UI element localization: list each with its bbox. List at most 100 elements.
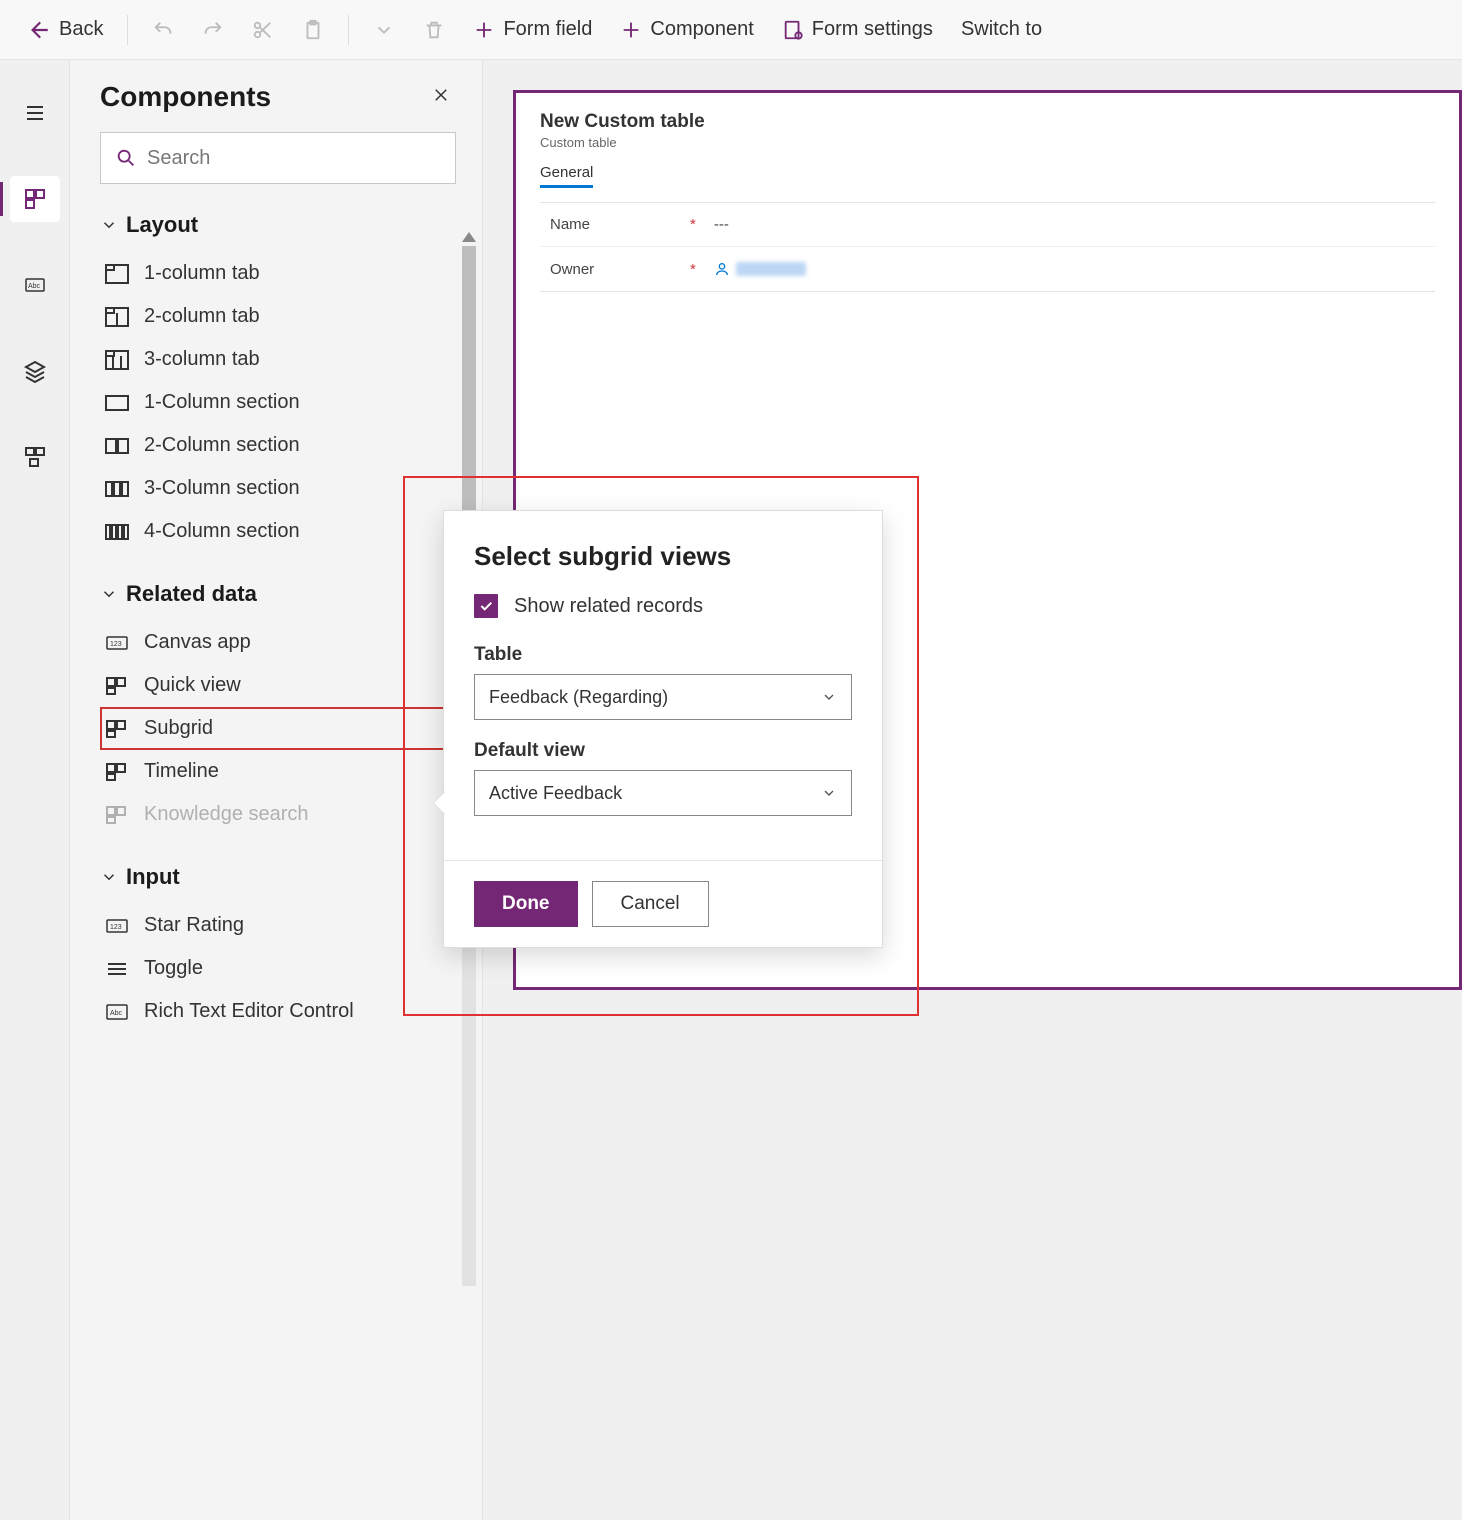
chevron-down-icon (373, 19, 395, 41)
component-2-column-tab[interactable]: 2-column tab (100, 295, 456, 338)
table-label: Table (474, 644, 852, 666)
component-3-column-tab[interactable]: 3-column tab (100, 338, 456, 381)
form-subtitle: Custom table (540, 135, 1435, 150)
redo-button[interactable] (192, 13, 234, 47)
svg-text:123: 123 (110, 641, 122, 648)
section-related-toggle[interactable]: Related data (100, 581, 456, 607)
arrow-left-icon (25, 17, 51, 43)
separator (127, 15, 128, 45)
component-1-column-section[interactable]: 1-Column section (100, 381, 456, 424)
component-3-column-section[interactable]: 3-Column section (100, 467, 456, 510)
component-1-column-tab[interactable]: 1-column tab (100, 252, 456, 295)
sec-3col-icon (104, 478, 130, 500)
field-owner[interactable]: Owner * (540, 247, 1435, 291)
tab-3col-icon (104, 349, 130, 371)
switch-button[interactable]: Switch to (951, 12, 1052, 47)
cut-button[interactable] (242, 13, 284, 47)
tree-icon (23, 445, 47, 469)
undo-button[interactable] (142, 13, 184, 47)
owner-value-redacted (736, 262, 806, 276)
svg-text:123: 123 (110, 924, 122, 931)
rail-text-button[interactable]: Abc (10, 262, 60, 308)
callout-arrow-icon (434, 791, 446, 815)
chevron-down-icon (100, 216, 118, 234)
switch-label: Switch to (961, 18, 1042, 41)
tab-general[interactable]: General (540, 164, 593, 188)
chevron-down-icon (100, 585, 118, 603)
component-quick-view[interactable]: Quick view (100, 664, 456, 707)
layers-icon (23, 359, 47, 383)
add-component-button[interactable]: Component (610, 12, 763, 47)
tab-2col-icon (104, 306, 130, 328)
close-icon (432, 86, 450, 104)
section-related-label: Related data (126, 581, 257, 607)
component-star-rating[interactable]: 123Star Rating (100, 904, 456, 947)
rail-layers-button[interactable] (10, 348, 60, 394)
field-name[interactable]: Name * --- (540, 203, 1435, 247)
default-view-select[interactable]: Active Feedback (474, 770, 852, 816)
section-input-label: Input (126, 864, 180, 890)
component-canvas-app[interactable]: 123Canvas app (100, 621, 456, 664)
form-settings-button[interactable]: Form settings (772, 12, 943, 47)
sec-4col-icon (104, 521, 130, 543)
section-layout-toggle[interactable]: Layout (100, 212, 456, 238)
redo-icon (202, 19, 224, 41)
components-icon (23, 187, 47, 211)
form-title: New Custom table (540, 111, 1435, 133)
required-icon: * (690, 261, 696, 278)
component-2-column-section[interactable]: 2-Column section (100, 424, 456, 467)
show-related-checkbox[interactable]: Show related records (474, 594, 852, 618)
clipboard-icon (302, 19, 324, 41)
toggle-icon (104, 958, 130, 980)
component-rich-text[interactable]: AbcRich Text Editor Control (100, 990, 456, 1033)
back-label: Back (59, 18, 103, 41)
undo-icon (152, 19, 174, 41)
section-input-toggle[interactable]: Input (100, 864, 456, 890)
svg-text:Abc: Abc (28, 283, 41, 290)
component-4-column-section[interactable]: 4-Column section (100, 510, 456, 553)
chevron-down-icon (821, 689, 837, 705)
cancel-button[interactable]: Cancel (592, 881, 709, 927)
component-subgrid[interactable]: Subgrid (100, 707, 456, 750)
close-panel-button[interactable] (426, 80, 456, 114)
form-canvas: New Custom table Custom table General Na… (483, 60, 1462, 1520)
section-layout-label: Layout (126, 212, 198, 238)
delete-button[interactable] (413, 13, 455, 47)
sec-1col-icon (104, 392, 130, 414)
tab-1col-icon (104, 263, 130, 285)
canvas-app-icon: 123 (104, 632, 130, 654)
chevron-down-icon (100, 868, 118, 886)
default-view-label: Default view (474, 740, 852, 762)
star-rating-icon: 123 (104, 915, 130, 937)
form-settings-icon (782, 19, 804, 41)
table-select[interactable]: Feedback (Regarding) (474, 674, 852, 720)
knowledge-search-icon (104, 804, 130, 826)
abc-icon: Abc (23, 273, 47, 297)
hamburger-icon (23, 101, 47, 125)
separator (348, 15, 349, 45)
sec-2col-icon (104, 435, 130, 457)
search-input[interactable]: Search (100, 132, 456, 184)
done-button[interactable]: Done (474, 881, 578, 927)
rich-text-icon: Abc (104, 1001, 130, 1023)
component-toggle[interactable]: Toggle (100, 947, 456, 990)
rail-menu-button[interactable] (10, 90, 60, 136)
component-timeline[interactable]: Timeline (100, 750, 456, 793)
quick-view-icon (104, 675, 130, 697)
search-icon (115, 147, 137, 169)
plus-icon (620, 19, 642, 41)
back-button[interactable]: Back (15, 11, 113, 49)
component-knowledge-search: Knowledge search (100, 793, 456, 836)
paste-button[interactable] (292, 13, 334, 47)
component-label: Component (650, 18, 753, 41)
rail-components-button[interactable] (10, 176, 60, 222)
more-button[interactable] (363, 13, 405, 47)
rail-tree-button[interactable] (10, 434, 60, 480)
search-placeholder: Search (147, 147, 210, 170)
components-panel: Components Search Layout 1-column tab 2-… (70, 60, 483, 1520)
form-field-label: Form field (503, 18, 592, 41)
add-form-field-button[interactable]: Form field (463, 12, 602, 47)
panel-title: Components (100, 81, 271, 113)
subgrid-icon (104, 718, 130, 740)
subgrid-popover: Select subgrid views Show related record… (443, 510, 883, 948)
